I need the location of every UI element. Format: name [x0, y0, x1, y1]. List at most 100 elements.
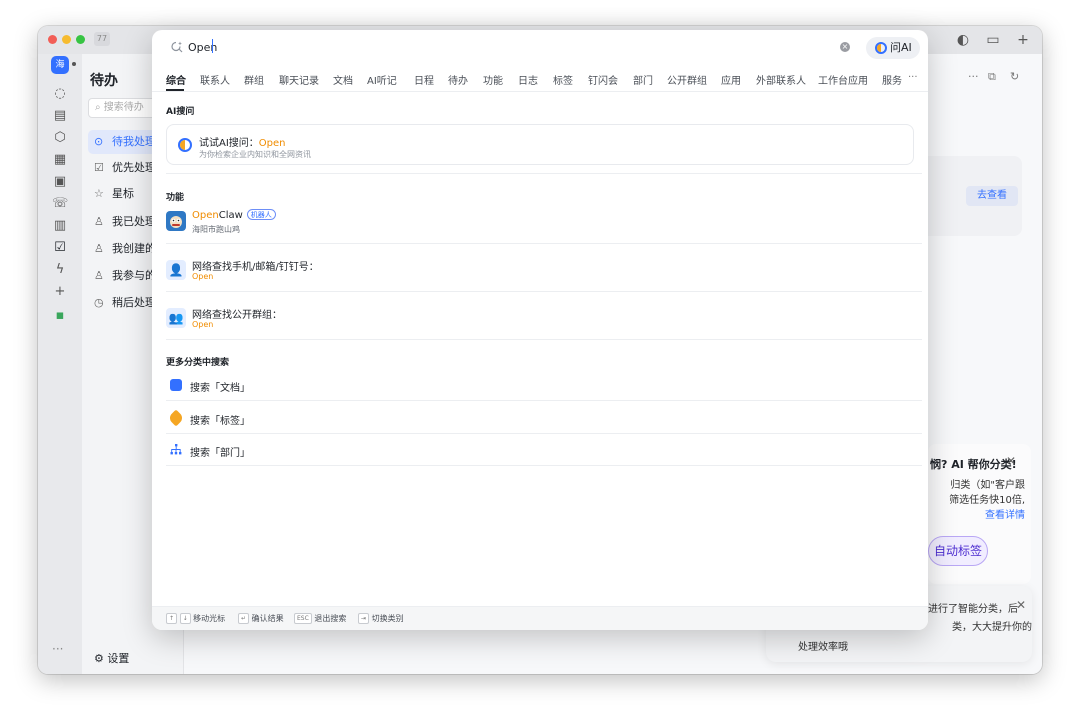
divider: [166, 339, 922, 340]
tab-workbench-apps[interactable]: 工作台应用: [818, 72, 868, 87]
ai-search-card[interactable]: 试试AI搜问：Open 为你检索企业内知识和全网资讯: [166, 124, 914, 165]
enter-key: ↵: [238, 613, 250, 624]
result-subtitle: Open: [192, 320, 214, 329]
calendar-icon[interactable]: ▥: [52, 218, 68, 234]
tab-calendar[interactable]: 日程: [414, 72, 434, 87]
left-rail: 海 ◌ ▤ ⬡ ▦ ▣ ☏ ▥ ☑ ϟ + ▪ ···: [38, 54, 82, 674]
titlebar-badge[interactable]: 77: [94, 32, 110, 46]
tab-todo[interactable]: 待办: [448, 72, 468, 87]
result-title: 网络查找手机/邮箱/钉钉号：: [192, 262, 319, 273]
result-find-contact[interactable]: 👤 网络查找手机/邮箱/钉钉号： Open: [152, 252, 928, 292]
view-button[interactable]: 去查看: [966, 186, 1018, 206]
message-icon[interactable]: ◌: [52, 86, 68, 102]
refresh-icon[interactable]: ↻: [1010, 70, 1019, 83]
zoom-window-button[interactable]: [76, 35, 85, 44]
esc-key: ESC: [294, 613, 312, 624]
divider: [166, 291, 922, 292]
copy-icon[interactable]: ⧉: [988, 70, 996, 84]
tab-groups[interactable]: 群组: [244, 72, 264, 87]
shortcut-footer: ↑ ↓ 移动光标 ↵ 确认结果 ESC 退出搜索 ⇥ 切换类别: [152, 606, 928, 630]
search-input[interactable]: [188, 38, 788, 56]
active-tab-indicator: [166, 89, 184, 91]
phone-icon[interactable]: ☏: [52, 196, 68, 212]
section-more-title: 更多分类中搜索: [166, 358, 230, 368]
ai-assistant-icon[interactable]: ◐: [952, 30, 974, 50]
grid-icon[interactable]: ▦: [52, 152, 68, 168]
ai-search-icon: [171, 41, 183, 53]
hint-switch: ⇥ 切换类别: [358, 613, 404, 624]
avatar[interactable]: 海: [51, 56, 69, 74]
tab-flash-meeting[interactable]: 钉闪会: [588, 72, 618, 87]
doc-icon[interactable]: ▤: [52, 108, 68, 124]
promo-title: 悯? AI 帮你分类!: [930, 458, 1017, 471]
tab-external-contacts[interactable]: 外部联系人: [756, 72, 806, 87]
status-dot: [72, 62, 76, 66]
close-icon[interactable]: ✕: [1016, 598, 1026, 612]
tab-ai-notes[interactable]: AI听记: [367, 72, 397, 87]
ai-logo-icon: [875, 42, 887, 54]
result-title: 网络查找公开群组：: [192, 310, 282, 321]
tab-contacts[interactable]: 联系人: [200, 72, 230, 87]
clear-icon[interactable]: ×: [840, 42, 850, 52]
tab-chat-history[interactable]: 聊天记录: [279, 72, 319, 87]
tab-services[interactable]: 服务: [882, 72, 904, 87]
search-departments-item[interactable]: 搜索「部门」: [166, 434, 922, 466]
plus-icon[interactable]: +: [1012, 30, 1034, 50]
result-openclaw[interactable]: OpenClaw 机器人 海阳市跑山鸡: [152, 206, 928, 242]
search-tags-item[interactable]: 搜索「标签」: [166, 402, 922, 434]
close-icon[interactable]: ✕: [1006, 454, 1016, 468]
cube-icon[interactable]: ⬡: [52, 130, 68, 146]
tab-public-groups[interactable]: 公开群组: [667, 72, 707, 87]
section-features-title: 功能: [166, 193, 185, 203]
add-group-icon: 👥: [166, 308, 186, 328]
add-person-icon: 👤: [166, 260, 186, 280]
panel-title: 待办: [90, 73, 118, 89]
star-icon: ☆: [94, 187, 104, 200]
search-icon: ⌕: [95, 102, 104, 113]
promo-text: 归类（如"客户跟: [950, 480, 1025, 491]
app-shortcut-icon[interactable]: ▪: [52, 308, 68, 324]
tab-all[interactable]: 综合: [166, 72, 186, 87]
section-ai-title: AI搜问: [166, 107, 195, 117]
tab-docs[interactable]: 文档: [333, 72, 353, 87]
check-circle-icon: ⊙: [94, 135, 104, 148]
ai-promo-card: 悯? AI 帮你分类! ✕ 归类（如"客户跟 筛选任务快10倍, 查看详情 自动…: [928, 444, 1031, 584]
minimize-window-button[interactable]: [62, 35, 71, 44]
ai-logo-icon: [178, 138, 192, 152]
result-find-public-group[interactable]: 👥 网络查找公开群组： Open: [152, 300, 928, 340]
toast-text: 进行了智能分类，后: [928, 604, 1018, 615]
tab-features[interactable]: 功能: [483, 72, 503, 87]
person-check-icon: ♙: [94, 215, 104, 228]
toast-text: 处理效率哦: [798, 642, 848, 653]
hint-exit: ESC 退出搜索: [294, 613, 346, 624]
search-docs-item[interactable]: 搜索「文档」: [166, 369, 922, 401]
contacts-icon[interactable]: ▣: [52, 174, 68, 190]
ask-ai-button[interactable]: 问AI: [866, 37, 920, 59]
close-window-button[interactable]: [48, 35, 57, 44]
todo-icon[interactable]: ☑: [52, 240, 68, 256]
tag-icon: [167, 409, 185, 427]
more-tabs-icon[interactable]: ···: [908, 72, 918, 83]
tab-logs[interactable]: 日志: [518, 72, 538, 87]
view-details-link[interactable]: 查看详情: [985, 506, 1025, 521]
tab-key: ⇥: [358, 613, 370, 624]
tab-tags[interactable]: 标签: [553, 72, 573, 87]
more-icon[interactable]: ···: [52, 642, 63, 656]
lightning-icon[interactable]: ϟ: [52, 262, 68, 278]
hint-move-cursor: ↑ ↓ 移动光标: [166, 613, 225, 624]
settings-button[interactable]: ⚙ 设置: [94, 650, 129, 666]
screen-icon[interactable]: ▭: [982, 30, 1004, 50]
person-icon: ♙: [94, 242, 104, 255]
gear-icon: ⚙: [94, 652, 108, 665]
search-bar: × 问AI: [152, 30, 928, 64]
promo-text: 筛选任务快10倍,: [949, 495, 1025, 506]
tab-departments[interactable]: 部门: [633, 72, 653, 87]
more-options-icon[interactable]: ···: [968, 70, 979, 83]
clock-icon: ◷: [94, 296, 104, 309]
auto-tag-button[interactable]: 自动标签: [928, 536, 988, 566]
add-app-icon[interactable]: +: [52, 284, 68, 300]
ai-card-title: 试试AI搜问：Open: [199, 138, 286, 149]
tab-apps[interactable]: 应用: [721, 72, 741, 87]
result-title: OpenClaw 机器人: [192, 209, 276, 221]
result-subtitle: 海阳市跑山鸡: [192, 225, 240, 234]
